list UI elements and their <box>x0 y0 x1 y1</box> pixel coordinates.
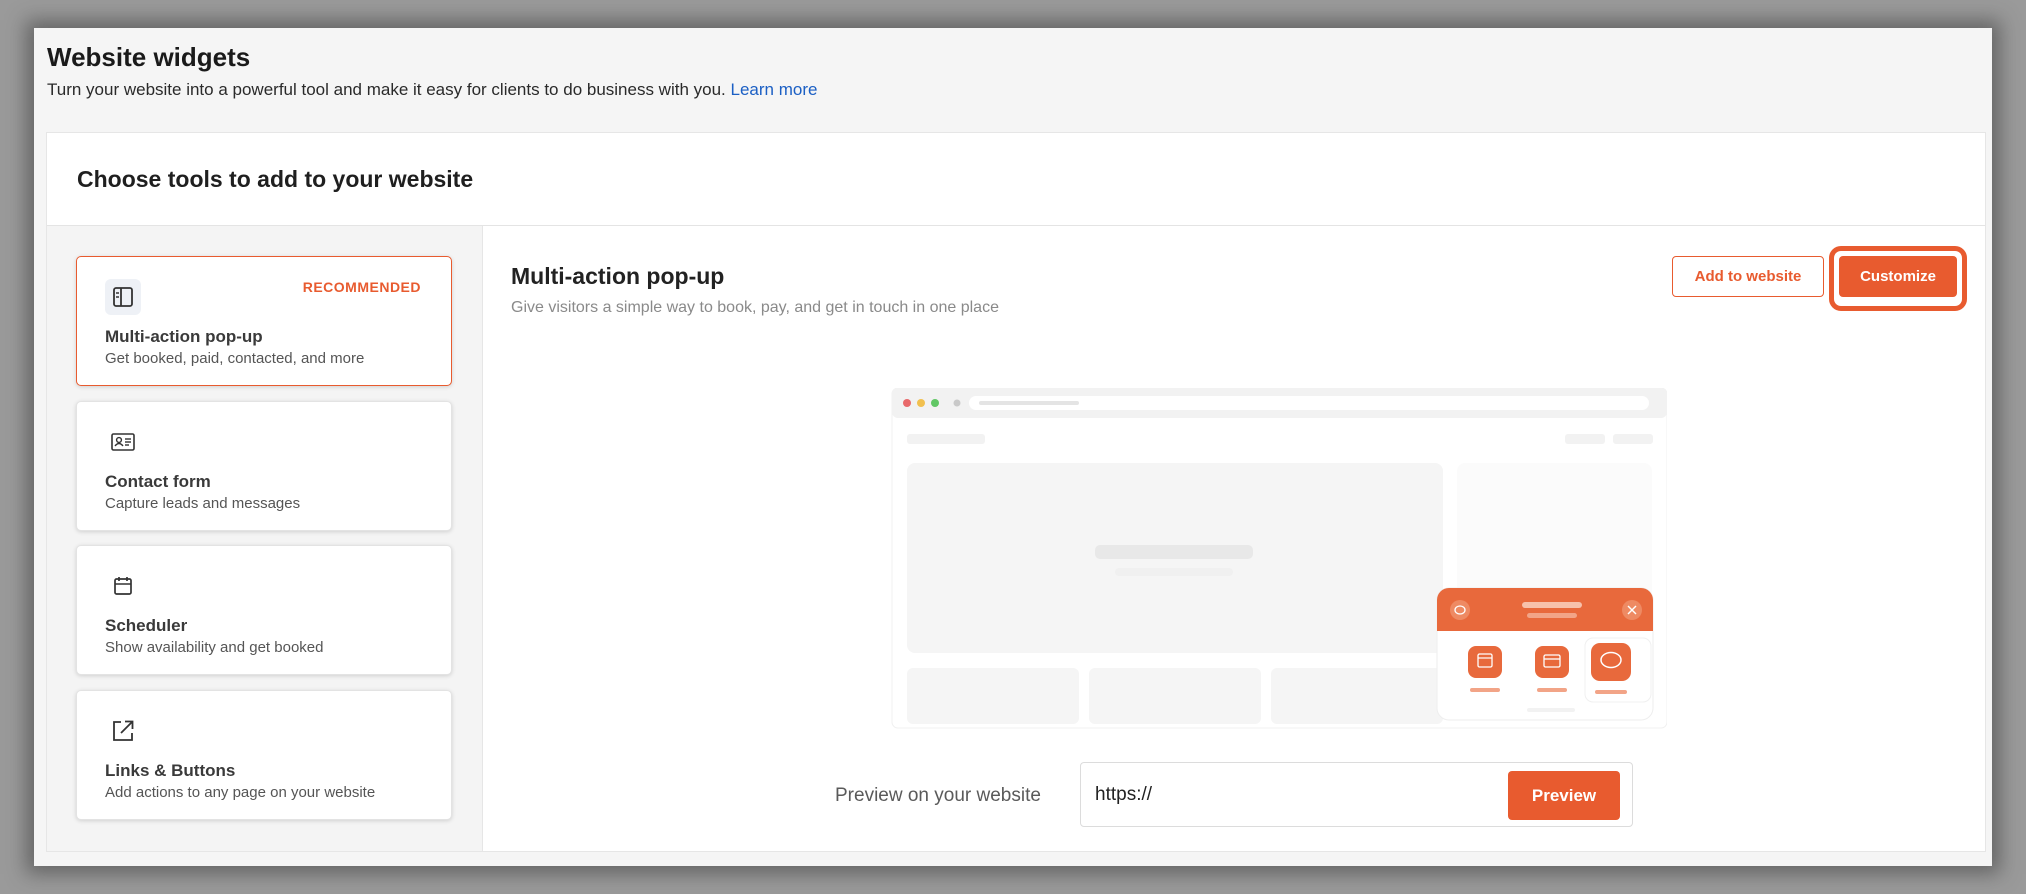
detail-title: Multi-action pop-up <box>511 263 725 289</box>
tool-card-multi-action-popup[interactable]: RECOMMENDED Multi-action pop-up Get book… <box>76 256 452 386</box>
tool-card-contact-form[interactable]: Contact form Capture leads and messages <box>76 401 452 531</box>
tool-description: Capture leads and messages <box>105 495 301 512</box>
tool-name: Multi-action pop-up <box>105 327 263 346</box>
layout-panel-icon <box>105 279 141 315</box>
tool-card-links-buttons[interactable]: Links & Buttons Add actions to any page … <box>76 690 452 820</box>
preview-button[interactable]: Preview <box>1508 771 1620 820</box>
recommended-badge: RECOMMENDED <box>302 279 421 295</box>
page-title: Website widgets <box>47 42 251 72</box>
tool-card-scheduler[interactable]: Scheduler Show availability and get book… <box>76 545 452 675</box>
add-to-website-button[interactable]: Add to website <box>1672 256 1824 297</box>
widget-preview-illustration <box>847 387 1668 778</box>
tool-description: Add actions to any page on your website <box>105 784 376 801</box>
tool-description: Get booked, paid, contacted, and more <box>105 350 365 367</box>
tool-name: Links & Buttons <box>105 761 236 780</box>
preview-url-box: Preview <box>1080 762 1633 827</box>
tool-name: Contact form <box>105 472 211 491</box>
customize-button[interactable]: Customize <box>1839 256 1957 297</box>
panel-header: Choose tools to add to your website <box>47 133 1985 226</box>
tool-name: Scheduler <box>105 616 188 635</box>
tools-panel: Choose tools to add to your website RECO… <box>46 132 1986 852</box>
preview-url-input[interactable] <box>1095 773 1495 817</box>
detail-subtitle: Give visitors a simple way to book, pay,… <box>511 299 999 316</box>
page-subtitle-text: Turn your website into a powerful tool a… <box>47 80 726 99</box>
preview-label: Preview on your website <box>835 785 1041 806</box>
tool-description: Show availability and get booked <box>105 639 324 656</box>
page-subtitle: Turn your website into a powerful tool a… <box>47 80 817 100</box>
contact-card-icon <box>105 424 141 460</box>
external-link-icon <box>105 713 141 749</box>
app-window: Website widgets Turn your website into a… <box>34 28 1992 866</box>
panel-title: Choose tools to add to your website <box>77 165 474 192</box>
calendar-icon <box>105 568 141 604</box>
learn-more-link[interactable]: Learn more <box>731 80 818 99</box>
tool-list: RECOMMENDED Multi-action pop-up Get book… <box>47 226 483 851</box>
